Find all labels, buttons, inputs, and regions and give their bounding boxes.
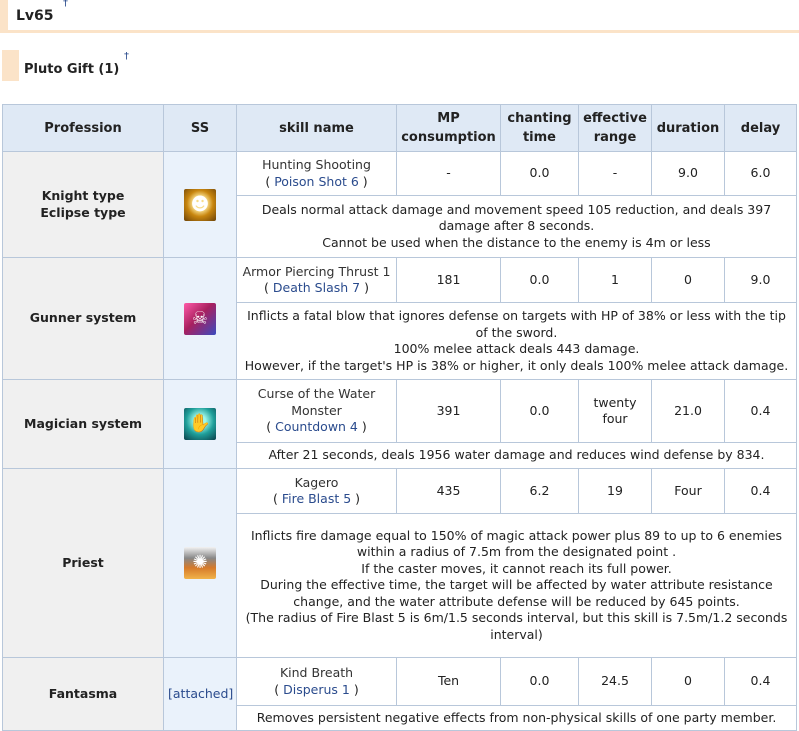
source-skill-link[interactable]: Death Slash 7 <box>273 280 360 295</box>
duration-cell: 21.0 <box>651 379 725 443</box>
skill-description: Inflicts fire damage equal to 150% of ma… <box>236 513 797 658</box>
profession-cell: Magician system <box>2 379 164 469</box>
col-profession: Profession <box>2 104 164 152</box>
col-duration: duration <box>651 104 725 152</box>
description-line: 100% melee attack deals 443 damage. <box>393 341 640 356</box>
fire-blast-icon: ✺ <box>184 547 216 579</box>
duration-cell: Four <box>651 468 725 514</box>
duration-cell: 0 <box>651 657 725 706</box>
col-mp: MP consumption <box>396 104 501 152</box>
description-line: Cannot be used when the distance to the … <box>322 234 711 250</box>
ss-cell: ☠ <box>163 257 237 380</box>
ss-cell: ☻ <box>163 151 237 258</box>
source-skill-link[interactable]: Poison Shot 6 <box>274 174 359 189</box>
mp-cell: 435 <box>396 468 501 514</box>
level-title: Lv65 <box>16 8 54 24</box>
range-cell: 24.5 <box>578 657 652 706</box>
mp-cell: - <box>396 151 501 196</box>
description-line: Removes persistent negative effects from… <box>256 709 777 725</box>
mp-cell: 181 <box>396 257 501 303</box>
chant-cell: 0.0 <box>500 657 579 706</box>
chant-cell: 6.2 <box>500 468 579 514</box>
range-cell: 1 <box>578 257 652 303</box>
profession-label: Knight type <box>41 188 125 203</box>
ss-cell: ✺ <box>163 468 237 658</box>
duration-cell: 0 <box>651 257 725 303</box>
skill-name-cell: Kind Breath ( Disperus 1 ) <box>236 657 397 706</box>
lion-icon: ☻ <box>184 188 216 221</box>
skill-name: Kagero <box>294 474 339 490</box>
description-line: If the caster moves, it cannot reach its… <box>361 560 672 576</box>
profession-cell: Priest <box>2 468 164 658</box>
skull-sword-icon: ☠ <box>184 302 216 335</box>
chant-cell: 0.0 <box>500 257 579 303</box>
skill-name-cell: Kagero ( Fire Blast 5 ) <box>236 468 397 514</box>
delay-cell: 6.0 <box>724 151 797 196</box>
skill-name-cell: Hunting Shooting ( Poison Shot 6 ) <box>236 151 397 196</box>
source-skill-link[interactable]: Fire Blast 5 <box>282 491 351 506</box>
ss-cell: ✋ <box>163 379 237 469</box>
duration-cell: 9.0 <box>651 151 725 196</box>
table-row: Priest ✺ Kagero ( Fire Blast 5 ) 435 6.2… <box>2 468 797 658</box>
col-range: effective range <box>578 104 652 152</box>
skills-table: Profession SS skill name MP consumption … <box>2 104 797 731</box>
delay-cell: 0.4 <box>724 657 797 706</box>
gift-header-marker <box>2 50 19 81</box>
delay-cell: 9.0 <box>724 257 797 303</box>
level-edit-link[interactable]: † <box>63 0 68 9</box>
chant-cell: 0.0 <box>500 151 579 196</box>
table-row: Knight type Eclipse type ☻ Hunting Shoot… <box>2 151 797 258</box>
ss-cell: [attached] <box>163 657 237 731</box>
skill-name: Curse of the Water Monster <box>257 386 376 418</box>
delay-cell: 0.4 <box>724 468 797 514</box>
source-skill-link[interactable]: Disperus 1 <box>283 682 350 697</box>
description-line: Inflicts a fatal blow that ignores defen… <box>247 308 786 340</box>
col-skill-name: skill name <box>236 104 397 152</box>
attached-link[interactable]: [attached] <box>168 686 233 701</box>
skill-name: Kind Breath <box>279 665 354 680</box>
skill-description: Deals normal attack damage and movement … <box>236 195 797 258</box>
description-line: After 21 seconds, deals 1956 water damag… <box>268 447 765 463</box>
table-row: Gunner system ☠ Armor Piercing Thrust 1 … <box>2 257 797 380</box>
mp-cell: Ten <box>396 657 501 706</box>
profession-label: Eclipse type <box>40 204 126 220</box>
gift-edit-link[interactable]: † <box>124 51 129 62</box>
skill-name: Armor Piercing Thrust 1 <box>242 263 391 279</box>
description-line: However, if the target's HP is 38% or hi… <box>244 357 789 373</box>
skill-name-cell: Armor Piercing Thrust 1 ( Death Slash 7 … <box>236 257 397 303</box>
skill-description: Inflicts a fatal blow that ignores defen… <box>236 302 797 380</box>
col-chant: chanting time <box>500 104 579 152</box>
gift-title: Pluto Gift (1) <box>24 62 120 77</box>
level-header: Lv65 † <box>0 0 799 33</box>
col-delay: delay <box>724 104 797 152</box>
description-line: During the effective time, the target wi… <box>260 577 773 609</box>
water-hand-icon: ✋ <box>184 408 216 440</box>
skill-name-cell: Curse of the Water Monster ( Countdown 4… <box>236 379 397 443</box>
mp-cell: 391 <box>396 379 501 443</box>
col-ss: SS <box>163 104 237 152</box>
range-cell: - <box>578 151 652 196</box>
profession-cell: Gunner system <box>2 257 164 380</box>
delay-cell: 0.4 <box>724 379 797 443</box>
table-row: Fantasma [attached] Kind Breath ( Disper… <box>2 657 797 731</box>
source-skill-link[interactable]: Countdown 4 <box>275 419 358 434</box>
profession-cell: Fantasma <box>2 657 164 731</box>
profession-cell: Knight type Eclipse type <box>2 151 164 258</box>
description-line: Deals normal attack damage and movement … <box>261 201 772 234</box>
skill-name: Hunting Shooting <box>262 157 371 172</box>
description-line: Inflicts fire damage equal to 150% of ma… <box>250 527 783 560</box>
chant-cell: 0.0 <box>500 379 579 443</box>
description-line: (The radius of Fire Blast 5 is 6m/1.5 se… <box>245 610 788 642</box>
range-cell: 19 <box>578 468 652 514</box>
range-cell: twenty four <box>578 379 652 443</box>
table-row: Magician system ✋ Curse of the Water Mon… <box>2 379 797 469</box>
table-header-row: Profession SS skill name MP consumption … <box>2 104 797 152</box>
skill-description: Removes persistent negative effects from… <box>236 705 797 731</box>
skill-description: After 21 seconds, deals 1956 water damag… <box>236 442 797 469</box>
